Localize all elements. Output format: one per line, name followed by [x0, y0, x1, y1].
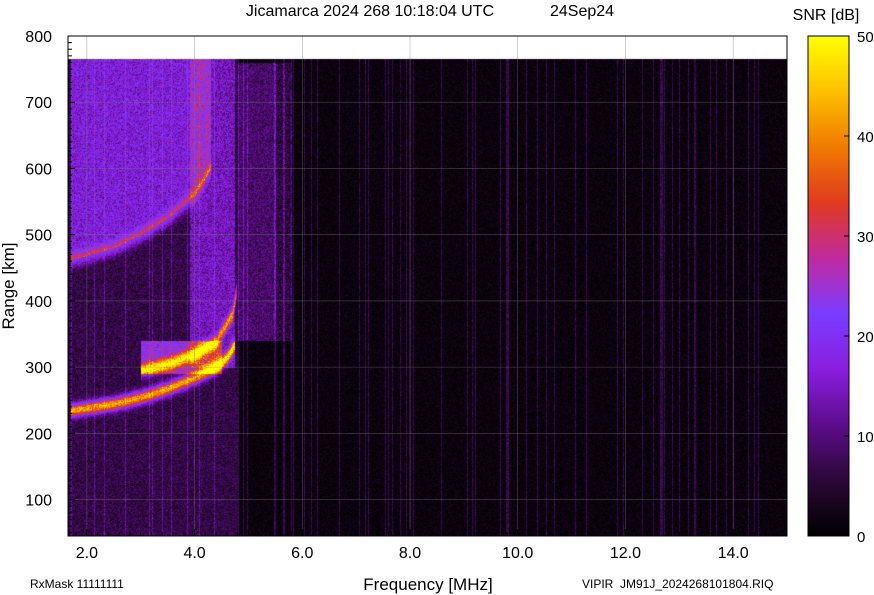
- x-tick-label: 2.0: [76, 545, 98, 562]
- colorbar-tick-label: 30: [857, 229, 874, 246]
- x-axis-label: Frequency [MHz]: [363, 575, 492, 594]
- x-tick-label: 10.0: [502, 545, 533, 562]
- colorbar-tick-label: 10: [857, 429, 874, 446]
- y-tick-label: 700: [25, 95, 52, 112]
- y-axis-label: Range [km]: [0, 243, 18, 330]
- x-tick-label: 6.0: [291, 545, 313, 562]
- y-tick-label: 500: [25, 228, 52, 245]
- colorbar: [807, 35, 850, 537]
- colorbar-tick-label: 20: [857, 329, 874, 346]
- y-tick-label: 400: [25, 294, 52, 311]
- date-label: 24Sep24: [550, 3, 614, 20]
- x-tick-label: 14.0: [718, 545, 749, 562]
- snr-heatmap: [68, 36, 787, 536]
- colorbar-tick-label: 0: [857, 529, 865, 546]
- file-label: VIPIR JM91J_2024268101804.RIQ: [582, 577, 773, 591]
- x-tick-label: 12.0: [610, 545, 641, 562]
- y-tick-label: 100: [25, 493, 52, 510]
- rxmask-label: RxMask 11111111: [30, 577, 124, 591]
- y-tick-label: 300: [25, 360, 52, 377]
- y-tick-label: 200: [25, 426, 52, 443]
- x-tick-label: 8.0: [399, 545, 421, 562]
- colorbar-tick-label: 40: [857, 129, 874, 146]
- x-tick-label: 4.0: [183, 545, 205, 562]
- chart-title: Jicamarca 2024 268 10:18:04 UTC: [246, 3, 494, 20]
- colorbar-label: SNR [dB]: [793, 7, 860, 24]
- ionogram-figure: Jicamarca 2024 268 10:18:04 UTC 24Sep24 …: [0, 3, 874, 594]
- colorbar-tick-label: 50: [857, 29, 874, 46]
- y-tick-label: 800: [25, 29, 52, 46]
- y-tick-label: 600: [25, 161, 52, 178]
